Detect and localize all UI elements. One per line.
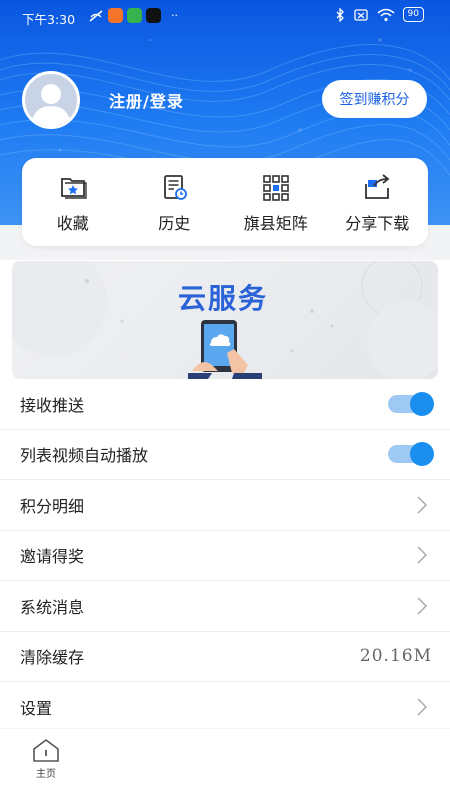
history-label: 历史 [158, 214, 191, 233]
list-item-settings[interactable]: 设置 [0, 682, 450, 733]
toggle-knob [410, 391, 434, 416]
status-time: 下午3:30 [22, 12, 76, 27]
share-download-label: 分享下载 [345, 214, 410, 233]
favorites-button[interactable]: 收藏 [22, 158, 124, 246]
login-link[interactable]: 注册/登录 [109, 88, 184, 112]
avatar[interactable] [22, 71, 96, 129]
sim-off-icon [353, 8, 368, 21]
list-item-messages[interactable]: 系统消息 [0, 581, 450, 632]
user-silhouette-icon [31, 84, 71, 126]
cloud-service-banner[interactable]: 云服务 [12, 261, 438, 379]
bottom-nav: 主页 [0, 728, 450, 800]
status-app-icons: ·· [88, 8, 178, 23]
battery-icon: 90 [402, 7, 424, 22]
chevron-right-icon [417, 496, 428, 514]
banner-title: 云服务 [178, 282, 269, 315]
bluetooth-icon [336, 7, 344, 22]
share-icon [365, 174, 390, 199]
wifi-icon [377, 8, 395, 21]
county-matrix-button[interactable]: 旗县矩阵 [225, 158, 327, 246]
home-icon [33, 739, 59, 762]
cache-size-value: 20.16M [359, 646, 432, 667]
list-item-autoplay[interactable]: 列表视频自动播放 [0, 429, 450, 480]
share-download-button[interactable]: 分享下载 [327, 158, 429, 246]
nav-home-label: 主页 [36, 769, 56, 780]
avatar-image [22, 71, 80, 129]
toggle-knob [410, 442, 434, 467]
chevron-right-icon [417, 597, 428, 615]
push-label: 接收推送 [20, 395, 85, 415]
invite-label: 邀请得奖 [20, 547, 85, 567]
status-bar: 下午3:30 ·· 90 [0, 0, 450, 34]
settings-label: 设置 [20, 698, 53, 718]
autoplay-label: 列表视频自动播放 [20, 446, 149, 466]
status-system-icons: 90 [335, 7, 424, 22]
history-icon [164, 175, 188, 200]
list-item-clear-cache[interactable]: 清除缓存 20.16M [0, 631, 450, 682]
chevron-right-icon [417, 546, 428, 564]
messages-label: 系统消息 [20, 597, 85, 617]
list-item-points[interactable]: 积分明细 [0, 480, 450, 531]
settings-list: 接收推送 列表视频自动播放 积分明细 邀请得奖 系统消息 清除缓存 20.16M… [0, 379, 450, 733]
download-notification-icon [127, 8, 142, 23]
no-signal-icon [89, 9, 103, 22]
autoplay-toggle[interactable] [388, 442, 434, 467]
list-item-push[interactable]: 接收推送 [0, 379, 450, 430]
history-button[interactable]: 历史 [124, 158, 226, 246]
grid-matrix-icon [262, 175, 289, 201]
clear-cache-label: 清除缓存 [20, 648, 85, 668]
tiktok-icon [146, 8, 161, 23]
push-toggle[interactable] [388, 391, 434, 416]
points-label: 积分明细 [20, 496, 85, 516]
quick-actions-card: 收藏 历史 旗县矩阵 分享下载 [22, 158, 428, 246]
signin-button[interactable]: 签到赚积分 [322, 80, 427, 118]
nav-home-tab[interactable]: 主页 [24, 737, 68, 780]
favorites-folder-icon [60, 178, 87, 199]
favorites-label: 收藏 [56, 214, 89, 233]
county-matrix-label: 旗县矩阵 [243, 214, 308, 233]
chevron-right-icon [417, 698, 428, 716]
more-notifications-icon: ·· [171, 9, 178, 22]
app-notification-icon [108, 8, 123, 23]
list-item-invite[interactable]: 邀请得奖 [0, 530, 450, 581]
